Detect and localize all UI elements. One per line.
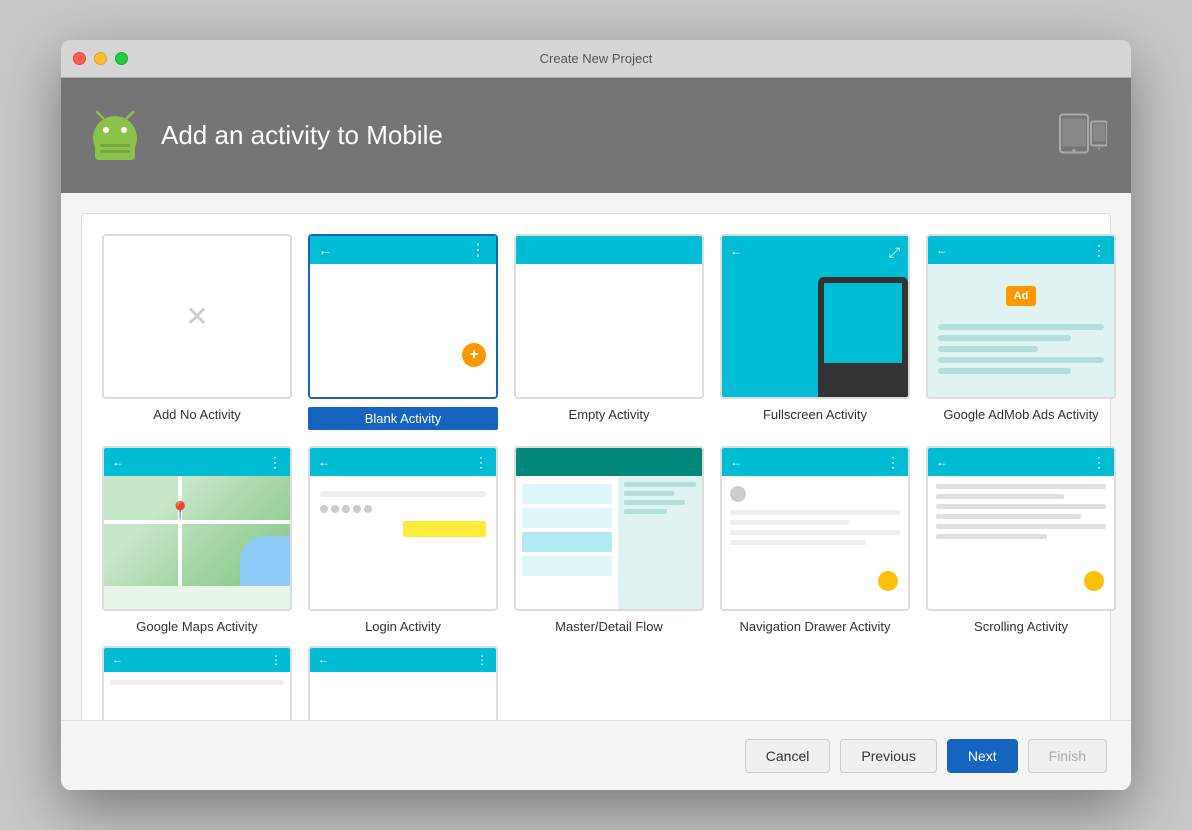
activity-item-scrolling-activity[interactable]: ← ⋮ Scrolling Ac bbox=[922, 442, 1120, 638]
thumbnail-fullscreen-activity: ← ⤢ bbox=[720, 234, 910, 399]
activity-item-add-no-activity[interactable]: ✕ Add No Activity bbox=[98, 230, 296, 434]
thumbnail-scrolling-activity: ← ⋮ bbox=[926, 446, 1116, 611]
partial-thumbnail-1: ← ⋮ bbox=[102, 646, 292, 720]
activity-item-partial-1[interactable]: ← ⋮ bbox=[98, 646, 296, 720]
activity-item-partial-2[interactable]: ← ⋮ bbox=[304, 646, 502, 720]
device-icon bbox=[1059, 113, 1107, 158]
page-title: Add an activity to Mobile bbox=[161, 120, 443, 151]
thumbnail-empty-activity bbox=[514, 234, 704, 399]
partial-thumbnail-2: ← ⋮ bbox=[308, 646, 498, 720]
activity-label-add-no-activity: Add No Activity bbox=[153, 407, 240, 422]
thumbnail-google-admob-ads-activity: ← ⋮ Ad bbox=[926, 234, 1116, 399]
titlebar: Create New Project bbox=[61, 40, 1131, 78]
blank-fab: + bbox=[462, 343, 486, 367]
blank-topbar: ← ⋮ bbox=[310, 236, 496, 264]
window-title: Create New Project bbox=[540, 51, 653, 66]
activity-item-google-admob-ads-activity[interactable]: ← ⋮ Ad bbox=[922, 230, 1120, 434]
activity-item-fullscreen-activity[interactable]: ← ⤢ Fullscreen Activity bbox=[716, 230, 914, 434]
activity-label-master-detail-flow: Master/Detail Flow bbox=[555, 619, 663, 634]
activity-label-navigation-drawer-activity: Navigation Drawer Activity bbox=[740, 619, 891, 634]
activity-item-navigation-drawer-activity[interactable]: ← ⋮ Navigation Drawer Activity bbox=[716, 442, 914, 638]
next-button[interactable]: Next bbox=[947, 739, 1018, 773]
header: Add an activity to Mobile bbox=[61, 78, 1131, 193]
activity-label-google-admob-ads-activity: Google AdMob Ads Activity bbox=[943, 407, 1098, 422]
thumbnail-add-no-activity: ✕ bbox=[102, 234, 292, 399]
activity-label-scrolling-activity: Scrolling Activity bbox=[974, 619, 1068, 634]
previous-button[interactable]: Previous bbox=[840, 739, 936, 773]
activity-label-fullscreen-activity: Fullscreen Activity bbox=[763, 407, 867, 422]
footer: Cancel Previous Next Finish bbox=[61, 720, 1131, 790]
thumbnail-google-maps-activity: ← ⋮ 📍 bbox=[102, 446, 292, 611]
thumbnail-navigation-drawer-activity: ← ⋮ bbox=[720, 446, 910, 611]
activity-label-login-activity: Login Activity bbox=[365, 619, 441, 634]
content-area: ✕ Add No Activity ← ⋮ + Blank Activity bbox=[61, 193, 1131, 720]
activity-item-google-maps-activity[interactable]: ← ⋮ 📍 Google Maps Activity bbox=[98, 442, 296, 638]
activity-item-blank-activity[interactable]: ← ⋮ + Blank Activity bbox=[304, 230, 502, 434]
finish-button[interactable]: Finish bbox=[1028, 739, 1107, 773]
activity-label-blank-activity: Blank Activity bbox=[308, 407, 498, 430]
activity-item-login-activity[interactable]: ← ⋮ bbox=[304, 442, 502, 638]
activity-item-empty-activity[interactable]: Empty Activity bbox=[510, 230, 708, 434]
maximize-button[interactable] bbox=[115, 52, 128, 65]
activity-label-empty-activity: Empty Activity bbox=[569, 407, 650, 422]
cancel-button[interactable]: Cancel bbox=[745, 739, 831, 773]
traffic-lights bbox=[73, 52, 128, 65]
android-logo bbox=[85, 106, 145, 166]
activity-item-master-detail-flow[interactable]: Master/Detail Flow bbox=[510, 442, 708, 638]
thumbnail-master-detail-flow bbox=[514, 446, 704, 611]
thumbnail-login-activity: ← ⋮ bbox=[308, 446, 498, 611]
activity-label-google-maps-activity: Google Maps Activity bbox=[136, 619, 257, 634]
minimize-button[interactable] bbox=[94, 52, 107, 65]
activities-grid: ✕ Add No Activity ← ⋮ + Blank Activity bbox=[81, 213, 1111, 720]
thumbnail-blank-activity: ← ⋮ + bbox=[308, 234, 498, 399]
main-window: Create New Project Add an activity to Mo… bbox=[61, 40, 1131, 790]
close-button[interactable] bbox=[73, 52, 86, 65]
